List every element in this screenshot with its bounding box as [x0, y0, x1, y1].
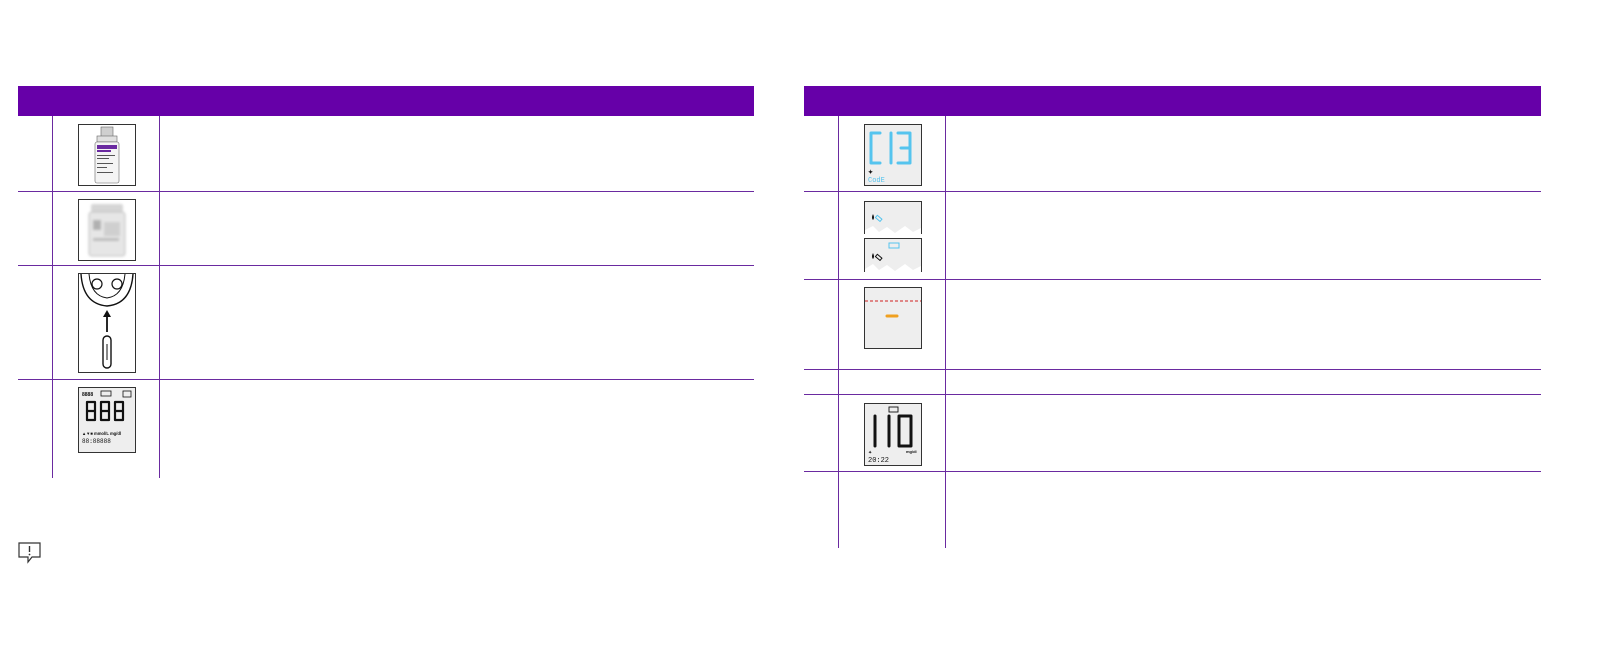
- left-table-header: [18, 86, 754, 116]
- svg-text:✦: ✦: [868, 450, 872, 456]
- svg-text:▲▼■ mmol/L mg/dl: ▲▼■ mmol/L mg/dl: [82, 431, 121, 436]
- svg-text:mg/dl: mg/dl: [906, 449, 917, 454]
- control-solution-bottle-icon: [78, 124, 136, 186]
- lcd-all-segments-icon: 8888 ▲▼■ mmol/L mg/dl 88:88888: [78, 387, 136, 453]
- lcd-blood-drop-strip-icon: [864, 238, 922, 272]
- lcd-dash-icon: [864, 287, 922, 349]
- svg-text:20:22: 20:22: [868, 457, 889, 465]
- svg-text:88:88888: 88:88888: [82, 438, 111, 445]
- left-table: 8888 ▲▼■ mmol/L mg/dl 88:88888: [18, 86, 754, 478]
- svg-text:CodE: CodE: [868, 177, 885, 185]
- right-table-header: [804, 86, 1541, 116]
- svg-text:8888: 8888: [82, 392, 93, 398]
- note-icon: [18, 542, 42, 564]
- meter-strip-insert-icon: [78, 273, 136, 373]
- svg-text:✦: ✦: [868, 169, 873, 176]
- lcd-result-icon: mg/dl ✦ 20:22: [864, 403, 922, 466]
- right-table: ✦ CodE mg/dl ✦ 20:22: [804, 86, 1541, 548]
- lcd-code-icon: ✦ CodE: [864, 124, 922, 186]
- lcd-blood-drop-icon: [864, 201, 922, 234]
- test-strip-vial-icon: [78, 199, 136, 261]
